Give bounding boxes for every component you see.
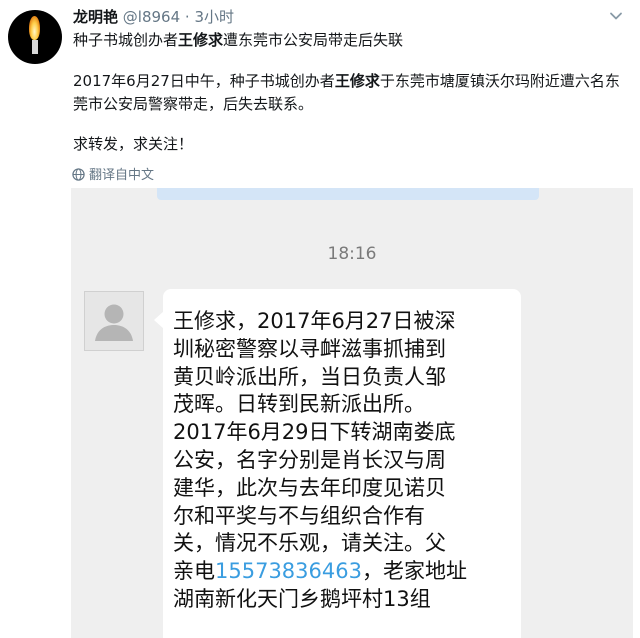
father-label: 亲电 (173, 559, 215, 584)
tweet-body: 2017年6月27日中午，种子书城创办者王修求于东莞市塘厦镇沃尔玛附近遭六名东莞… (73, 70, 633, 116)
message-text: 王修求，2017年6月27日被深 圳秘密警察以寻衅滋事抓捕到 黄贝岭派出所，当日… (173, 308, 513, 614)
message-line: 湖南新化天门乡鹅坪村13组 (173, 586, 431, 611)
chevron-down-icon[interactable] (609, 9, 623, 23)
author-avatar[interactable] (8, 10, 62, 64)
message-line: 黄贝岭派出所，当日负责人邹 (173, 364, 446, 389)
message-line: 尔和平奖与不与组织合作有 (173, 503, 425, 528)
message-line: 王修求，2017年6月27日被深 (173, 309, 456, 333)
translate-link[interactable]: 翻译自中文 (72, 164, 154, 183)
title-post: 遭东莞市公安局带走后失联 (223, 31, 404, 49)
title-name: 王修求 (178, 31, 224, 49)
chat-time: 18:16 (327, 244, 377, 264)
tweet-header: 龙明艳 @l8964 · 3小时 (73, 7, 234, 27)
screenshot-top-bar (157, 188, 539, 200)
message-line: 圳秘密警察以寻衅滋事抓捕到 (173, 336, 446, 361)
tweet-appeal: 求转发，求关注！ (73, 135, 194, 153)
tweet-time[interactable]: 3小时 (194, 8, 234, 26)
title-pre: 种子书城创办者 (73, 31, 179, 49)
sender-avatar (84, 291, 144, 351)
message-line: 2017年6月29日下转湖南娄底 (173, 420, 456, 445)
message-line: 茂晖。日转到民新派出所。 (173, 392, 425, 417)
message-line: 关，情况不乐观，请关注。父 (173, 531, 446, 556)
message-line: 建华，此次与去年印度见诺贝 (173, 475, 446, 500)
user-handle[interactable]: @l8964 (123, 8, 180, 26)
message-line: 公安，名字分别是肖长汉与周 (173, 447, 446, 472)
translate-label[interactable]: 翻译自中文 (89, 168, 154, 183)
candle-flame (29, 16, 40, 40)
display-name[interactable]: 龙明艳 (73, 8, 118, 26)
globe-icon (72, 168, 85, 181)
attached-screenshot[interactable]: 18:16 王修求，2017年6月27日被深 圳秘密警察以寻衅滋事抓捕到 黄贝岭… (71, 188, 633, 638)
phone-number-link[interactable]: 15573836463 (215, 559, 362, 583)
header-separator: · (184, 8, 190, 26)
candle-body (32, 40, 38, 54)
default-user-icon (95, 304, 133, 341)
message-line-phone: 亲电15573836463，老家地址 (173, 558, 513, 586)
address-label: ，老家地址 (361, 559, 467, 584)
tweet-title: 种子书城创办者王修求遭东莞市公安局带走后失联 (73, 30, 403, 50)
body-pre: 2017年6月27日中午，种子书城创办者 (73, 72, 335, 90)
body-name: 王修求 (334, 72, 380, 90)
